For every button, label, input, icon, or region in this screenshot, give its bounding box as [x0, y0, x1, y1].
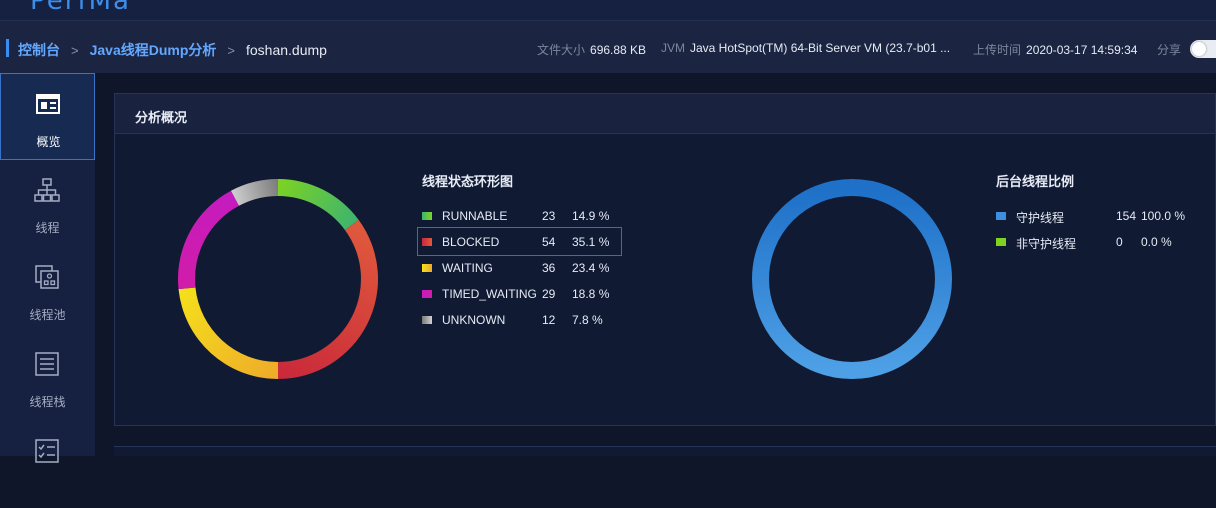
- daemon-ratio-legend-row[interactable]: 非守护线程 0 0.0 %: [996, 233, 1196, 253]
- legend-count: 12: [542, 313, 556, 327]
- donut-slice-blocked[interactable]: [278, 219, 378, 379]
- stack-icon: [35, 352, 59, 376]
- sidebar-item-checklist[interactable]: [0, 421, 95, 508]
- legend-name: TIMED_WAITING: [442, 287, 537, 301]
- breadcrumb-separator: >: [71, 42, 79, 58]
- accent-bar: [6, 39, 9, 57]
- donut-slice-daemon-0[interactable]: [752, 179, 952, 379]
- legend-percent: 0.0 %: [1141, 235, 1172, 249]
- sidebar-item-thread-stack[interactable]: 线程栈: [0, 334, 95, 421]
- blocked-highlight-box: [417, 227, 622, 256]
- legend-count: 0: [1116, 235, 1123, 249]
- share-toggle[interactable]: [1190, 40, 1216, 58]
- thread-state-legend-row[interactable]: RUNNABLE 23 14.9 %: [422, 207, 622, 227]
- thread-state-legend-row[interactable]: TIMED_WAITING 29 18.8 %: [422, 285, 622, 305]
- legend-name: RUNNABLE: [442, 209, 508, 223]
- legend-percent: 100.0 %: [1141, 209, 1186, 223]
- legend-name: 守护线程: [1016, 211, 1065, 225]
- upload-time-value: 2020-03-17 14:59:34: [1026, 43, 1138, 57]
- share-meta: 分享: [1157, 41, 1186, 58]
- daemon-ratio-legend-row[interactable]: 守护线程 154 100.0 %: [996, 207, 1196, 227]
- jvm-value: Java HotSpot(TM) 64-Bit Server VM (23.7-…: [690, 41, 951, 55]
- breadcrumb-console-link[interactable]: 控制台: [18, 40, 60, 60]
- panel-header: 分析概况: [115, 94, 1215, 134]
- sidebar-item-label: 概览: [36, 135, 61, 149]
- thread-state-legend-title: 线程状态环形图: [422, 174, 514, 189]
- hierarchy-icon: [34, 178, 60, 202]
- legend-count: 154: [1116, 209, 1137, 223]
- app-logo[interactable]: PerfMa: [30, 0, 131, 16]
- breadcrumb-java-dump-link[interactable]: Java线程Dump分析: [90, 40, 217, 60]
- sidebar-item-label: 线程栈: [29, 395, 66, 409]
- upload-time-label: 上传时间: [973, 43, 1022, 57]
- thread-state-donut-chart: [178, 179, 378, 379]
- jvm-meta: JVM Java HotSpot(TM) 64-Bit Server VM (23…: [661, 41, 950, 55]
- checklist-icon: [35, 439, 59, 463]
- legend-count: 29: [542, 287, 556, 301]
- legend-swatch: [422, 212, 432, 220]
- donut-slice-waiting[interactable]: [178, 287, 278, 379]
- file-size-meta: 文件大小 696.88 KB: [537, 41, 646, 58]
- legend-swatch: [422, 316, 432, 324]
- legend-name: UNKNOWN: [442, 313, 506, 327]
- legend-swatch: [422, 290, 432, 298]
- breadcrumb: 控制台 > Java线程Dump分析 > foshan.dump: [18, 40, 327, 60]
- legend-percent: 14.9 %: [572, 209, 610, 223]
- donut-slice-runnable[interactable]: [278, 179, 359, 230]
- sidebar-item-overview[interactable]: 概览: [0, 73, 95, 160]
- sidebar-item-label: 线程: [35, 221, 60, 235]
- legend-name: 非守护线程: [1016, 237, 1077, 251]
- upload-time-meta: 上传时间 2020-03-17 14:59:34: [973, 41, 1137, 58]
- thread-state-legend-row[interactable]: UNKNOWN 12 7.8 %: [422, 311, 622, 331]
- donut-slice-timed-waiting[interactable]: [178, 190, 239, 290]
- file-size-value: 696.88 KB: [590, 43, 647, 57]
- legend-name: WAITING: [442, 261, 493, 275]
- legend-swatch: [996, 212, 1006, 220]
- legend-percent: 18.8 %: [572, 287, 610, 301]
- sidebar: 概览 线程 线程池 线程栈: [0, 73, 95, 463]
- breadcrumb-bar: 控制台 > Java线程Dump分析 > foshan.dump 文件大小 696…: [0, 20, 1216, 73]
- legend-count: 23: [542, 209, 556, 223]
- thread-pool-icon: [35, 265, 59, 289]
- breadcrumb-separator: >: [227, 42, 235, 58]
- top-header: PerfMa: [0, 0, 1216, 20]
- daemon-ratio-legend-title: 后台线程比例: [996, 174, 1075, 189]
- legend-swatch: [996, 238, 1006, 246]
- legend-percent: 7.8 %: [572, 313, 603, 327]
- daemon-ratio-donut-chart: [752, 179, 952, 379]
- file-size-label: 文件大小: [537, 43, 586, 57]
- legend-count: 36: [542, 261, 556, 275]
- thread-state-legend-row[interactable]: WAITING 36 23.4 %: [422, 259, 622, 279]
- sidebar-item-threads[interactable]: 线程: [0, 160, 95, 247]
- share-label: 分享: [1157, 43, 1182, 57]
- legend-percent: 23.4 %: [572, 261, 610, 275]
- donut-slice-unknown[interactable]: [230, 179, 278, 206]
- jvm-label: JVM: [661, 41, 685, 55]
- sidebar-item-label: 线程池: [29, 308, 66, 322]
- breadcrumb-current-file: foshan.dump: [246, 42, 327, 58]
- panel-title: 分析概况: [135, 110, 188, 125]
- share-toggle-knob[interactable]: [1192, 42, 1206, 56]
- overview-icon: [36, 94, 60, 114]
- next-panel-edge: [114, 446, 1216, 456]
- legend-swatch: [422, 264, 432, 272]
- sidebar-item-thread-pool[interactable]: 线程池: [0, 247, 95, 334]
